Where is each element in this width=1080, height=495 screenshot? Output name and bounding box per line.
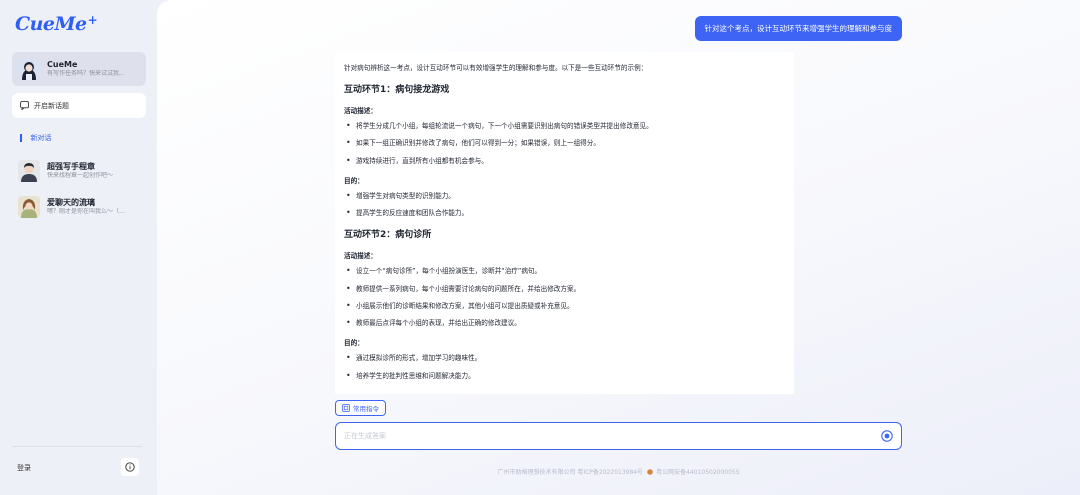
footer: 广州市助格理想技术有限公司 粤ICP备2022013984号 粤公网安备4401…	[157, 467, 1080, 476]
sidebar-divider	[12, 446, 142, 447]
conversation-item-chatter[interactable]: 爱聊天的流璃 嘿？刚才是你在叫我么～（...	[12, 190, 146, 224]
police-badge-icon	[647, 468, 653, 475]
list-item: 增强学生对病句类型的识别能力。	[344, 192, 785, 201]
desc-label: 活动描述：	[344, 252, 377, 261]
login-link[interactable]: 登录	[17, 463, 31, 473]
list-item: 设立一个“病句诊所”，每个小组扮演医生，诊断并“治疗”病句。	[344, 267, 785, 276]
app-logo[interactable]: CueMe+	[15, 13, 98, 35]
new-topic-button[interactable]: 开启新话题	[12, 93, 146, 118]
sidebar: CueMe+ CueMe 有写作任务吗？快来试试我... 开启新话题 新对话 超…	[0, 0, 157, 495]
common-commands-button[interactable]: 常用指令	[335, 400, 386, 416]
desc-list: 将学生分成几个小组，每组轮流说一个病句，下一个小组需要识别出病句的错误类型并提出…	[344, 122, 785, 166]
desc-label: 活动描述：	[344, 107, 377, 115]
section-title-new-chat: 新对话	[20, 133, 52, 143]
list-item: 通过模拟诊所的形式，增加学习的趣味性。	[344, 354, 785, 363]
list-item: 教师提供一系列病句，每个小组需要讨论病句的问题所在，并给出修改方案。	[344, 284, 785, 293]
answer-intro: 针对病句辨析这一考点，设计互动环节可以有效增强学生的理解和参与度。以下是一些互动…	[344, 64, 648, 72]
message-input[interactable]	[344, 429, 864, 443]
conversation-subtitle: 有写作任务吗？快来试试我...	[47, 70, 125, 78]
goal-list: 增强学生对病句类型的识别能力。 提高学生的反应速度和团队合作能力。	[344, 192, 785, 218]
conversation-subtitle: 快来找程章一起创作吧～	[47, 172, 114, 180]
list-item: 教师最后点评每个小组的表现，并给出正确的修改建议。	[344, 319, 785, 328]
conversation-subtitle: 嘿？刚才是你在叫我么～（...	[47, 208, 125, 216]
list-item: 游戏持续进行，直到所有小组都有机会参与。	[344, 156, 785, 165]
goal-label: 目的：	[344, 176, 364, 185]
list-item: 小组展示他们的诊断结果和修改方案，其他小组可以提出质疑或补充意见。	[344, 302, 785, 311]
avatar	[18, 58, 40, 80]
conversation-name: 超强写手程章	[47, 162, 95, 172]
list-item: 培养学生的批判性思维和问题解决能力。	[344, 371, 785, 380]
footer-police[interactable]: 粤公网安备44010502000055	[656, 467, 739, 476]
goal-list: 通过模拟诊所的形式，增加学习的趣味性。 培养学生的批判性思维和问题解决能力。	[344, 354, 785, 380]
chat-panel: 针对这个考点，设计互动环节来增强学生的理解和参与度 针对病句辨析这一考点，设计互…	[157, 0, 1080, 495]
chat-plus-icon	[20, 101, 29, 110]
message-input-box[interactable]	[335, 422, 902, 450]
user-message: 针对这个考点，设计互动环节来增强学生的理解和参与度	[694, 16, 902, 41]
footer-company[interactable]: 广州市助格理想技术有限公司 粤ICP备2022013984号	[497, 467, 643, 476]
avatar	[18, 196, 40, 218]
conversation-name: 爱聊天的流璃	[47, 198, 95, 208]
stop-generating-icon[interactable]	[881, 430, 893, 442]
avatar	[18, 160, 40, 182]
list-item: 将学生分成几个小组，每组轮流说一个病句，下一个小组需要识别出病句的错误类型并提出…	[344, 122, 785, 131]
conversation-item-cueme[interactable]: CueMe 有写作任务吗？快来试试我...	[12, 52, 146, 86]
goal-label: 目的：	[344, 339, 364, 348]
info-button[interactable]	[121, 458, 139, 476]
section-heading: 互动环节2：病句诊所	[344, 230, 432, 241]
list-item: 提高学生的反应速度和团队合作能力。	[344, 209, 785, 218]
assistant-answer: 针对病句辨析这一考点，设计互动环节可以有效增强学生的理解和参与度。以下是一些互动…	[335, 52, 794, 394]
info-icon	[125, 462, 135, 472]
conversation-item-writer[interactable]: 超强写手程章 快来找程章一起创作吧～	[12, 154, 146, 188]
conversation-name: CueMe	[47, 60, 78, 70]
command-icon	[342, 404, 350, 412]
desc-list: 设立一个“病句诊所”，每个小组扮演医生，诊断并“治疗”病句。 教师提供一系列病句…	[344, 267, 785, 328]
list-item: 如果下一组正确识别并修改了病句，他们可以得到一分；如果错误，则上一组得分。	[344, 139, 785, 148]
section-heading: 互动环节1：病句接龙游戏	[344, 85, 450, 95]
